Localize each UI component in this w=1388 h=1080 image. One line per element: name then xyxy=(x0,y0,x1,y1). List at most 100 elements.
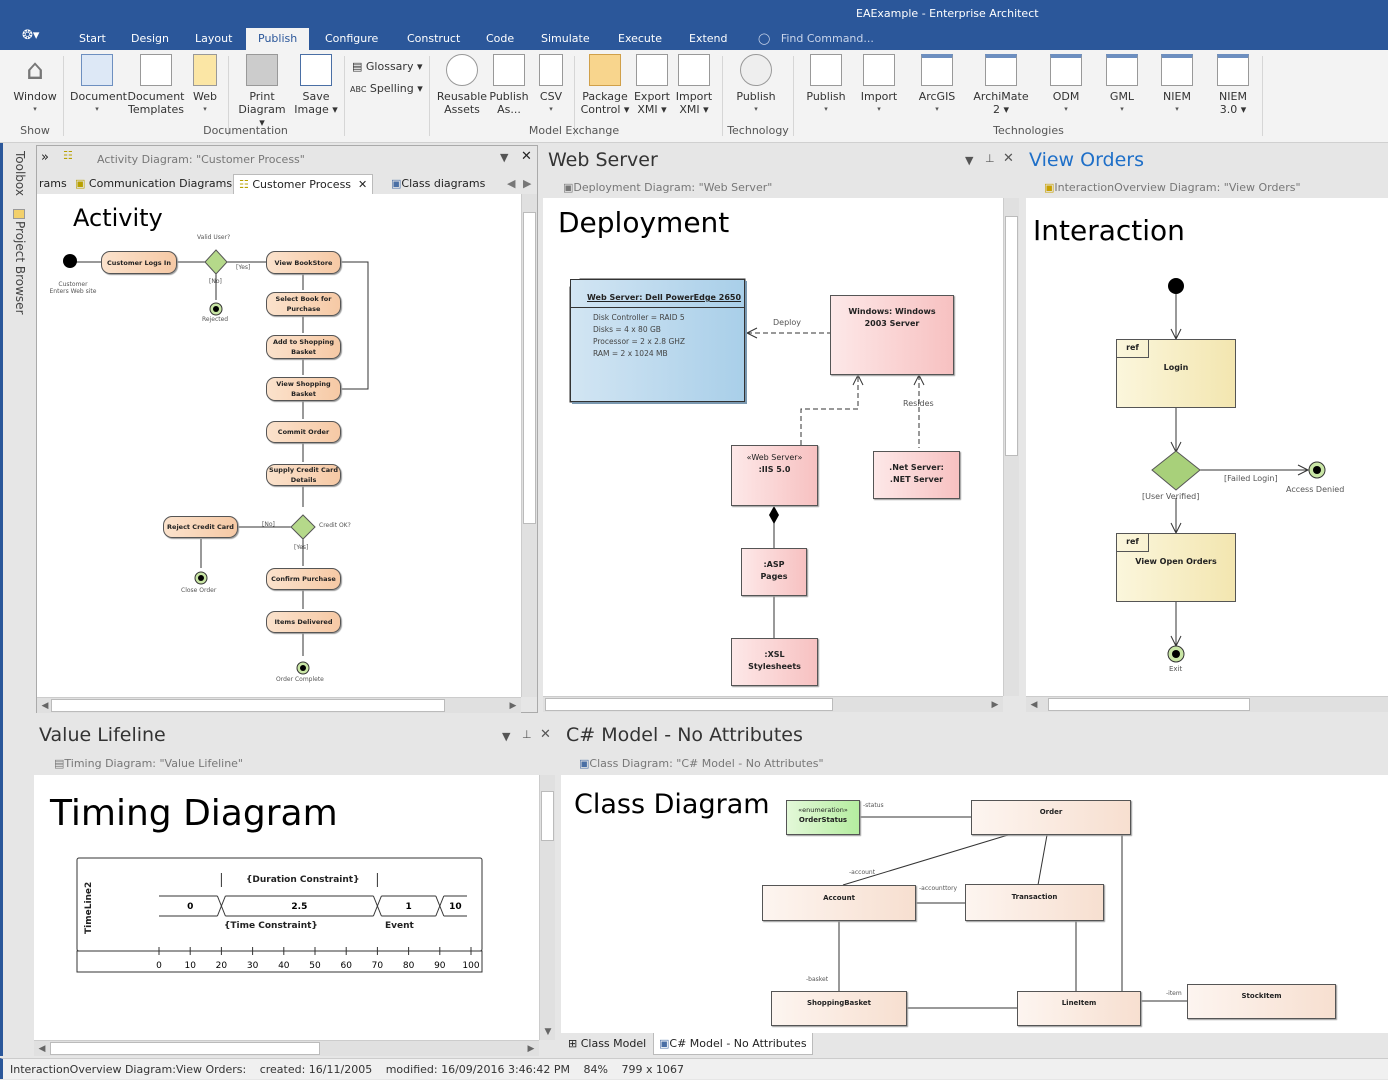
vertical-scrollbar[interactable] xyxy=(1003,198,1019,696)
tab-execute[interactable]: Execute xyxy=(610,28,670,50)
activity-node[interactable]: View Shopping Basket xyxy=(266,377,341,401)
find-command[interactable]: ◯ Find Command... xyxy=(758,28,874,50)
tab-start[interactable]: Start xyxy=(71,28,114,50)
tab-communication-diagrams[interactable]: ▣ Communication Diagrams xyxy=(75,177,232,190)
document-button[interactable]: Document ▾ xyxy=(70,54,127,116)
class-shopping-basket[interactable]: ShoppingBasket xyxy=(771,991,907,1026)
import-xmi-button[interactable]: Import XMI ▾ xyxy=(674,54,714,116)
lifeline-label: TimeLine2 xyxy=(84,881,94,934)
activity-node[interactable]: View BookStore xyxy=(266,251,341,274)
niem-button[interactable]: NIEM ▾ xyxy=(1157,54,1197,116)
pin-icon[interactable]: ⊥ xyxy=(522,728,532,741)
component-iis[interactable]: «Web Server»:IIS 5.0 xyxy=(731,445,818,506)
csv-button[interactable]: CSV ▾ xyxy=(535,54,567,116)
component-windows[interactable]: Windows: Windows 2003 Server xyxy=(830,295,954,375)
tab-publish[interactable]: Publish xyxy=(246,28,310,50)
tab-csharp-model[interactable]: ▣C# Model - No Attributes xyxy=(653,1033,813,1055)
class-account[interactable]: Account xyxy=(762,885,916,921)
tab-class-diagrams[interactable]: ▣Class diagrams xyxy=(391,177,485,190)
activity-node[interactable]: Reject Credit Card xyxy=(163,516,238,538)
print-diagram-button[interactable]: Print Diagram ▾ xyxy=(234,54,290,129)
class-canvas[interactable]: Class Diagram «enumeration» OrderStatus O… xyxy=(561,775,1388,1033)
activity-node[interactable]: Select Book for Purchase xyxy=(266,292,341,316)
dropdown-icon[interactable]: ▼ xyxy=(500,151,508,164)
tab-scroll-right-icon[interactable]: ▶ xyxy=(523,177,531,190)
vertical-scrollbar[interactable] xyxy=(521,194,537,697)
activity-node[interactable]: Items Delivered xyxy=(266,611,341,633)
timing-chart: 0 2.5 1 100 10 20 30 40 50 60 70 80 90 100 xyxy=(76,857,483,973)
ref-view-open-orders[interactable]: ref View Open Orders xyxy=(1116,533,1236,602)
horizontal-scrollbar[interactable]: ◀ ▶ xyxy=(34,1040,539,1056)
tab-simulate[interactable]: Simulate xyxy=(533,28,598,50)
pin-icon[interactable]: ⊥ xyxy=(985,152,995,165)
tab-class-model[interactable]: ⊞ Class Model xyxy=(568,1037,646,1050)
odm-button[interactable]: ODM ▾ xyxy=(1046,54,1086,116)
gml-button[interactable]: GML ▾ xyxy=(1102,54,1142,116)
close-icon[interactable]: ✕ xyxy=(1003,151,1014,166)
enum-order-status[interactable]: «enumeration» OrderStatus xyxy=(786,800,860,835)
vertical-scrollbar[interactable]: ▼ xyxy=(539,775,555,1040)
horizontal-scrollbar[interactable]: ◀ xyxy=(1026,696,1388,712)
horizontal-scrollbar[interactable]: ◀ ▶ xyxy=(37,697,521,713)
expand-icon[interactable]: » xyxy=(41,150,49,165)
reusable-assets-button[interactable]: Reusable Assets xyxy=(434,54,490,116)
deployment-canvas[interactable]: Deployment Web Server: Dell PowerEdge 26… xyxy=(543,198,1003,696)
app-menu-button[interactable]: ❂▾ xyxy=(22,28,52,48)
glossary-button[interactable]: ▤ Glossary ▾ xyxy=(352,60,422,73)
dropdown-icon[interactable]: ▼ xyxy=(502,730,510,743)
class-transaction[interactable]: Transaction xyxy=(965,884,1104,921)
activity-node[interactable]: Customer Logs In xyxy=(101,251,177,274)
activity-node[interactable]: Confirm Purchase xyxy=(266,568,341,590)
package-control-button[interactable]: Package Control ▾ xyxy=(580,54,630,116)
status-size: 799 x 1067 xyxy=(621,1063,684,1076)
label-valid-user: Valid User? xyxy=(197,234,231,241)
publish-technology-button[interactable]: Publish ▾ xyxy=(733,54,779,116)
publish-technologies-button[interactable]: Publish ▾ xyxy=(803,54,849,116)
publish-as-button[interactable]: Publish As... xyxy=(488,54,530,116)
spelling-button[interactable]: ABC Spelling ▾ xyxy=(350,82,423,95)
tab-scroll-left-icon[interactable]: ◀ xyxy=(507,177,515,190)
side-dock: Toolbox Project Browser xyxy=(0,143,34,1056)
import-technologies-button[interactable]: Import ▾ xyxy=(857,54,901,116)
tab-customer-process[interactable]: ☷ Customer Process ✕ xyxy=(233,174,374,194)
timing-canvas[interactable]: Timing Diagram 0 2.5 1 10 0 10 20 30 40 50 60 70 80 9… xyxy=(34,775,539,1040)
document-templates-button[interactable]: Document Templates xyxy=(127,54,185,116)
project-browser-tab[interactable]: Project Browser xyxy=(13,221,27,315)
web-button[interactable]: Web ▾ xyxy=(190,54,220,116)
dropdown-icon[interactable]: ▼ xyxy=(965,154,973,167)
save-image-button[interactable]: Save Image ▾ xyxy=(292,54,340,116)
activity-canvas[interactable]: Activity Customer Logs In View BookStore… xyxy=(37,194,521,697)
tab-layout[interactable]: Layout xyxy=(187,28,240,50)
window-button[interactable]: ⌂ Window ▾ xyxy=(12,54,58,116)
tab-design[interactable]: Design xyxy=(123,28,177,50)
toolbox-tab[interactable]: Toolbox xyxy=(13,151,27,196)
component-net-server[interactable]: .Net Server: .NET Server xyxy=(873,451,960,499)
tab-extend[interactable]: Extend xyxy=(681,28,736,50)
duration-constraint: {Duration Constraint} xyxy=(246,875,360,885)
close-icon[interactable]: ✕ xyxy=(540,727,551,742)
close-icon[interactable]: ✕ xyxy=(521,149,532,164)
role-status: -status xyxy=(863,802,884,809)
deployment-node[interactable]: Web Server: Dell PowerEdge 2650 Disk Con… xyxy=(570,279,745,402)
archimate-button[interactable]: ArchiMate 2 ▾ xyxy=(972,54,1030,116)
activity-node[interactable]: Supply Credit Card Details xyxy=(266,464,341,486)
tab-construct[interactable]: Construct xyxy=(399,28,468,50)
class-order[interactable]: Order xyxy=(971,800,1131,835)
tab-configure[interactable]: Configure xyxy=(317,28,386,50)
horizontal-scrollbar[interactable]: ▶ xyxy=(543,696,1003,712)
class-line-item[interactable]: LineItem xyxy=(1017,991,1141,1026)
export-xmi-button[interactable]: Export XMI ▾ xyxy=(632,54,672,116)
arcgis-button[interactable]: ArcGIS ▾ xyxy=(915,54,959,116)
class-stock-item[interactable]: StockItem xyxy=(1187,984,1336,1019)
activity-node[interactable]: Add to Shopping Basket xyxy=(266,335,341,359)
interaction-canvas[interactable]: Interaction ref Login ref View Open Orders… xyxy=(1026,198,1388,696)
tab-code[interactable]: Code xyxy=(478,28,522,50)
niem-3-button[interactable]: NIEM 3.0 ▾ xyxy=(1213,54,1253,116)
ref-login[interactable]: ref Login xyxy=(1116,339,1236,408)
activity-node[interactable]: Commit Order xyxy=(266,421,341,443)
tab-close-icon[interactable]: ✕ xyxy=(358,178,367,191)
component-asp[interactable]: :ASP Pages xyxy=(741,548,807,596)
state-value: 0 xyxy=(187,902,193,912)
tab-diagrams[interactable]: rams xyxy=(39,177,67,190)
component-xsl[interactable]: :XSL Stylesheets xyxy=(731,638,818,686)
